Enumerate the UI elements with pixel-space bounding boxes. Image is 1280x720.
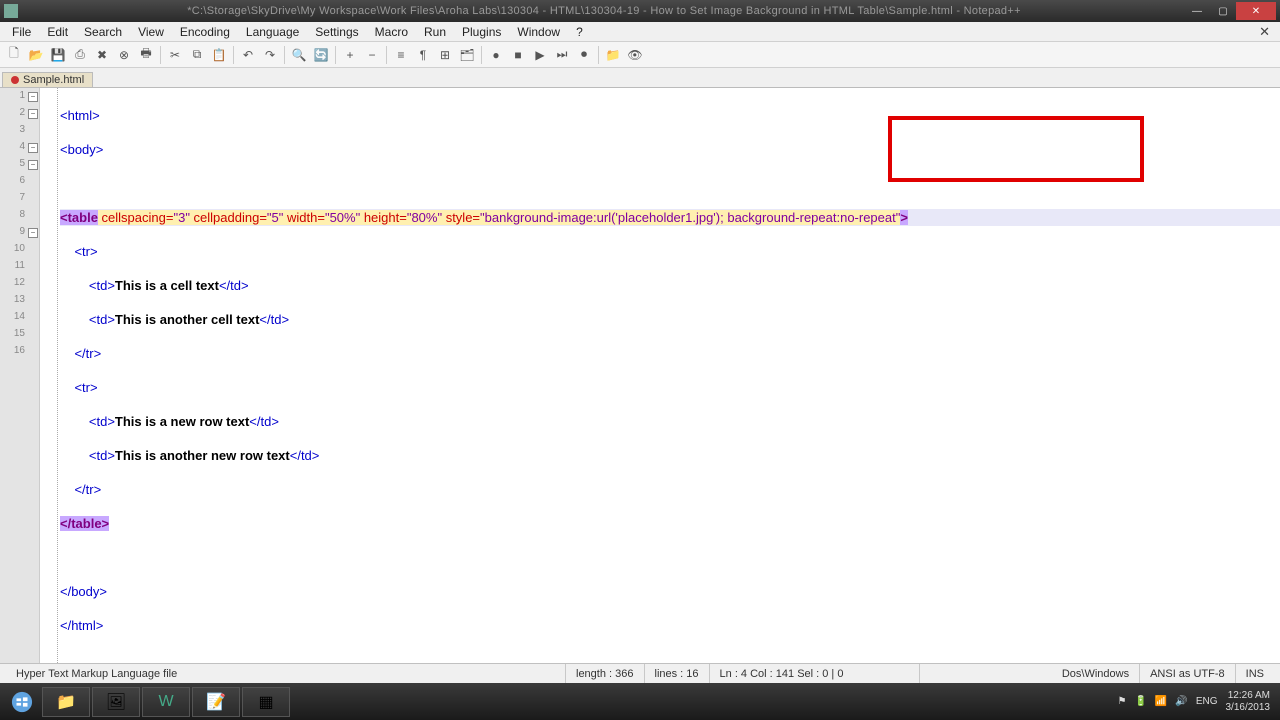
menu-run[interactable]: Run [416,23,454,41]
show-chars-icon[interactable]: ¶ [413,45,433,65]
fold-icon[interactable]: − [28,160,38,170]
maximize-button[interactable]: ▢ [1210,2,1236,20]
print-icon[interactable]: 🖶 [136,45,156,65]
copy-icon[interactable]: ⧉ [187,45,207,65]
menu-bar: File Edit Search View Encoding Language … [0,22,1280,42]
monitor-icon[interactable]: 👁 [625,45,645,65]
zoom-out-icon[interactable]: − [362,45,382,65]
save-all-icon[interactable]: ⎙ [70,45,90,65]
record-macro-icon[interactable]: ● [486,45,506,65]
fold-guide [40,88,58,663]
minimize-button[interactable]: — [1184,2,1210,20]
find-icon[interactable]: 🔍 [289,45,309,65]
tab-sample-html[interactable]: Sample.html [2,72,93,87]
fold-icon[interactable]: − [28,109,38,119]
play-multi-icon[interactable]: ⏭ [552,45,572,65]
menu-search[interactable]: Search [76,23,130,41]
paste-icon[interactable]: 📋 [209,45,229,65]
cut-icon[interactable]: ✂ [165,45,185,65]
replace-icon[interactable]: 🔄 [311,45,331,65]
doc-close-button[interactable]: ✕ [1253,24,1276,40]
zoom-in-icon[interactable]: + [340,45,360,65]
folder-icon[interactable]: 🗂 [457,45,477,65]
menu-view[interactable]: View [130,23,172,41]
unsaved-indicator-icon [11,76,19,84]
open-file-icon[interactable]: 📂 [26,45,46,65]
tab-label: Sample.html [23,74,84,86]
new-file-icon[interactable]: 🗋 [4,45,24,65]
menu-encoding[interactable]: Encoding [172,23,238,41]
toolbar: 🗋 📂 💾 ⎙ ✖ ⊗ 🖶 ✂ ⧉ 📋 ↶ ↷ 🔍 🔄 + − ≡ ¶ ⊞ 🗂 … [0,42,1280,68]
fold-icon[interactable]: − [28,92,38,102]
app-icon [4,4,18,18]
menu-window[interactable]: Window [509,23,568,41]
window-title: *C:\Storage\SkyDrive\My Workspace\Work F… [24,5,1184,17]
menu-language[interactable]: Language [238,23,307,41]
document-tab-bar: Sample.html [0,68,1280,88]
menu-plugins[interactable]: Plugins [454,23,509,41]
close-all-icon[interactable]: ⊗ [114,45,134,65]
wrap-icon[interactable]: ≡ [391,45,411,65]
close-file-icon[interactable]: ✖ [92,45,112,65]
title-bar: *C:\Storage\SkyDrive\My Workspace\Work F… [0,0,1280,22]
menu-settings[interactable]: Settings [307,23,366,41]
play-macro-icon[interactable]: ▶ [530,45,550,65]
menu-macro[interactable]: Macro [367,23,416,41]
save-icon[interactable]: 💾 [48,45,68,65]
menu-edit[interactable]: Edit [39,23,76,41]
menu-help[interactable]: ? [568,23,591,41]
open-folder-icon[interactable]: 📁 [603,45,623,65]
start-button[interactable] [4,687,40,717]
close-button[interactable]: ✕ [1236,2,1276,20]
line-number-gutter: 1− 2− 3 4− 5− 6 7 8 9− 10 11 12 13 14 15… [0,88,40,663]
fold-icon[interactable]: − [28,143,38,153]
editor-area[interactable]: 1− 2− 3 4− 5− 6 7 8 9− 10 11 12 13 14 15… [0,88,1280,663]
redo-icon[interactable]: ↷ [260,45,280,65]
window-controls: — ▢ ✕ [1184,2,1276,20]
undo-icon[interactable]: ↶ [238,45,258,65]
save-macro-icon[interactable]: ⏺ [574,45,594,65]
stop-macro-icon[interactable]: ■ [508,45,528,65]
fold-icon[interactable]: − [28,228,38,238]
menu-file[interactable]: File [4,23,39,41]
code-content[interactable]: <html> <body> <table cellspacing="3" cel… [58,88,1280,663]
indent-guide-icon[interactable]: ⊞ [435,45,455,65]
